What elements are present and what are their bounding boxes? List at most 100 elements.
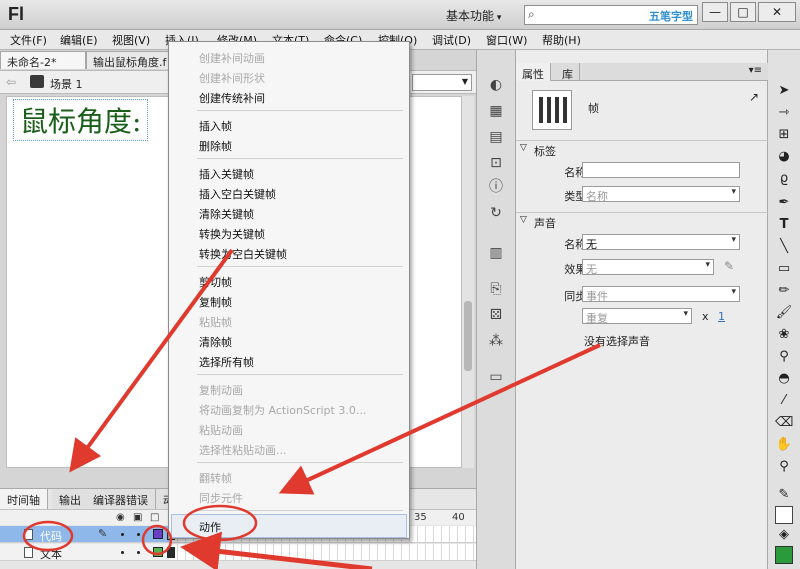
history-icon[interactable]: ↻ (487, 204, 505, 222)
menu-item-convert-to-keyframe[interactable]: 转换为关键帧 (199, 226, 265, 242)
type-select[interactable]: 名称 (582, 186, 740, 203)
fill-color-icon[interactable]: ◈ (775, 526, 793, 544)
menu-item-copy-motion[interactable]: 复制动画 (199, 382, 243, 398)
menu-item-clear-keyframe[interactable]: 清除关键帧 (199, 206, 254, 222)
paint-bucket-tool-icon[interactable]: ◓ (775, 370, 793, 388)
sync-select[interactable]: 事件 (582, 286, 740, 303)
eraser-tool-icon[interactable]: ⌫ (775, 414, 793, 432)
tab-compiler-errors[interactable]: 编译器错误 (86, 489, 156, 509)
swatches-icon[interactable]: ▦ (487, 102, 505, 120)
menu-item-remove-frames[interactable]: 删除帧 (199, 138, 232, 154)
motion-presets-icon[interactable]: ⁂ (487, 332, 505, 350)
layer-name[interactable]: 文本 (40, 546, 62, 562)
maximize-button[interactable]: □ (730, 2, 756, 22)
menu-window[interactable]: 窗口(W) (486, 32, 527, 48)
menu-item-cut-frames[interactable]: 剪切帧 (199, 274, 232, 290)
brush-tool-icon[interactable]: 🖌 (775, 304, 793, 322)
menu-item-insert-keyframe[interactable]: 插入关键帧 (199, 166, 254, 182)
3d-rotation-tool-icon[interactable]: ◕ (775, 148, 793, 166)
tab-properties[interactable]: 属性 (516, 63, 551, 81)
menu-item-copy-motion-as-as3[interactable]: 将动画复制为 ActionScript 3.0... (199, 402, 366, 418)
stage-scrollbar[interactable] (462, 96, 474, 468)
layer-name[interactable]: 代码 (40, 528, 62, 544)
effect-select[interactable]: 无 (582, 259, 714, 276)
color-palette-icon[interactable]: ◐ (487, 76, 505, 94)
visibility-dot[interactable] (121, 551, 124, 554)
frame-grid[interactable] (170, 544, 476, 560)
menu-item-create-shape-tween[interactable]: 创建补间形状 (199, 70, 265, 86)
lasso-tool-icon[interactable]: ϱ (775, 170, 793, 188)
selection-tool-icon[interactable]: ➤ (775, 82, 793, 100)
section-sound[interactable]: 声音 (516, 212, 768, 230)
menu-item-actions[interactable]: 动作 (199, 519, 221, 535)
menu-item-synchronize-symbols[interactable]: 同步元件 (199, 490, 243, 506)
stroke-color-icon[interactable]: ✎ (775, 486, 793, 504)
scrollbar-thumb[interactable] (464, 301, 472, 371)
scene-label[interactable]: 场景 1 (50, 76, 83, 92)
menu-item-clear-frames[interactable]: 清除帧 (199, 334, 232, 350)
panel-menu-icon[interactable]: ▾≡ (749, 65, 762, 76)
transform-icon[interactable]: ⊡ (487, 154, 505, 172)
stroke-swatch[interactable] (775, 506, 793, 524)
menu-item-reverse-frames[interactable]: 翻转帧 (199, 470, 232, 486)
workspace-switcher[interactable]: 基本功能 (446, 7, 501, 24)
tab-library[interactable]: 库 (556, 63, 580, 81)
layer-row-text[interactable]: 文本 (0, 544, 476, 561)
text-tool-icon[interactable]: T (775, 216, 793, 234)
help-icon[interactable]: ↗ (749, 90, 759, 104)
outline-icon[interactable]: □ (150, 512, 159, 523)
library-icon[interactable]: ▥ (487, 244, 505, 262)
edit-sound-envelope-icon[interactable]: ✎ (724, 259, 734, 273)
hand-tool-icon[interactable]: ✋ (775, 436, 793, 454)
zoom-tool-icon[interactable]: ⚲ (775, 458, 793, 476)
menu-item-insert-frame[interactable]: 插入帧 (199, 118, 232, 134)
project-icon[interactable]: ▭ (487, 368, 505, 386)
menu-item-paste-frames[interactable]: 粘贴帧 (199, 314, 232, 330)
search-input[interactable]: ⌕ 五笔字型 (524, 5, 698, 25)
visibility-dot[interactable] (121, 533, 124, 536)
frame-name-input[interactable] (582, 162, 740, 178)
keyframe[interactable] (167, 547, 175, 558)
menu-item-create-motion-tween[interactable]: 创建补间动画 (199, 50, 265, 66)
menu-help[interactable]: 帮助(H) (542, 32, 581, 48)
menu-view[interactable]: 视图(V) (112, 32, 150, 48)
menu-edit[interactable]: 编辑(E) (60, 32, 98, 48)
doc-tab-mouse-angle[interactable]: 输出鼠标角度.f (86, 51, 174, 69)
menu-item-paste-motion-special[interactable]: 选择性粘贴动画... (199, 442, 287, 458)
tab-output[interactable]: 输出 (52, 489, 89, 509)
repeat-count-value[interactable]: 1 (718, 310, 725, 323)
menu-item-select-all-frames[interactable]: 选择所有帧 (199, 354, 254, 370)
back-arrow-icon[interactable]: ⇦ (6, 75, 16, 89)
lock-dot[interactable] (137, 551, 140, 554)
components-icon[interactable]: ⚄ (487, 306, 505, 324)
layer-color-box[interactable] (153, 529, 163, 539)
menu-item-convert-to-blank-keyframe[interactable]: 转换为空白关键帧 (199, 246, 287, 262)
zoom-select[interactable]: ▼ (412, 74, 472, 91)
sound-name-select[interactable]: 无 (582, 234, 740, 251)
free-transform-tool-icon[interactable]: ⊞ (775, 126, 793, 144)
deco-tool-icon[interactable]: ❀ (775, 326, 793, 344)
menu-item-copy-frames[interactable]: 复制帧 (199, 294, 232, 310)
info-icon[interactable]: ⓘ (487, 178, 505, 196)
tab-timeline[interactable]: 时间轴 (0, 489, 48, 509)
layer-color-box[interactable] (153, 547, 163, 557)
stage-text-field[interactable]: 鼠标角度: (13, 99, 149, 141)
fill-swatch[interactable] (775, 546, 793, 564)
minimize-button[interactable]: — (702, 2, 728, 22)
align-icon[interactable]: ▤ (487, 128, 505, 146)
repeat-select[interactable]: 重复 (582, 308, 692, 325)
actions-icon[interactable]: ⎘ (487, 280, 505, 298)
section-label[interactable]: 标签 (516, 140, 768, 158)
subselection-tool-icon[interactable]: ⇾ (775, 104, 793, 122)
menu-file[interactable]: 文件(F) (10, 32, 47, 48)
eye-icon[interactable]: ◉ (116, 512, 125, 523)
bone-tool-icon[interactable]: ⚲ (775, 348, 793, 366)
lock-dot[interactable] (137, 533, 140, 536)
pen-tool-icon[interactable]: ✒ (775, 194, 793, 212)
menu-item-create-classic-tween[interactable]: 创建传统补间 (199, 90, 265, 106)
eyedropper-tool-icon[interactable]: ⁄ (775, 392, 793, 410)
menu-debug[interactable]: 调试(D) (432, 32, 471, 48)
pencil-tool-icon[interactable]: ✏ (775, 282, 793, 300)
lock-icon[interactable]: ▣ (133, 512, 142, 523)
rectangle-tool-icon[interactable]: ▭ (775, 260, 793, 278)
